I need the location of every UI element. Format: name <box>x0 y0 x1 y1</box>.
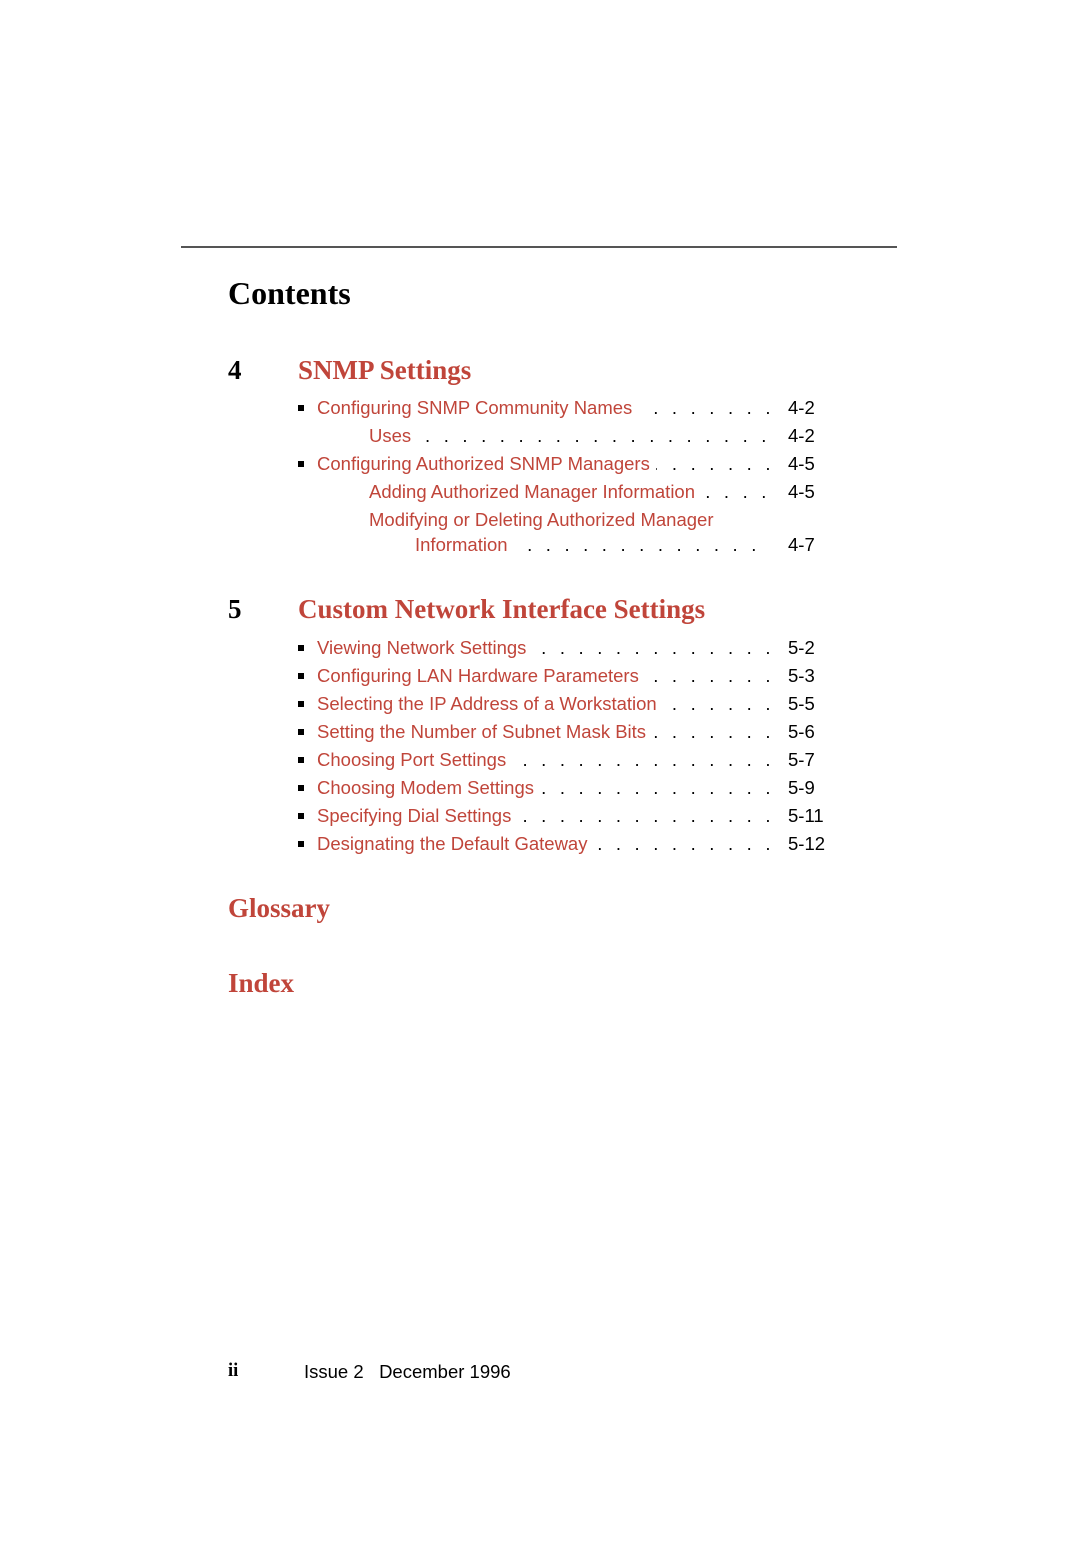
toc-entry[interactable]: . . . . . . . . . . . . . . . . . . . . … <box>369 480 819 504</box>
leader-dots: . . . . . . . . . . . . . . . . . . . . … <box>369 425 771 446</box>
toc-entry-label[interactable]: Specifying Dial Settings <box>317 804 518 828</box>
toc-page-number: 5-6 <box>788 721 815 742</box>
toc-entry-label-line1[interactable]: Modifying or Deleting Authorized Manager <box>369 508 714 532</box>
toc-entry[interactable]: . . . . . . . . . . . . . . . . . . . . … <box>415 533 819 557</box>
toc-page-number: 5-9 <box>788 777 815 798</box>
toc-page-number: 4-5 <box>788 453 815 474</box>
toc-entry[interactable]: . . . . . . . . . . . . . . . . . . . . … <box>317 720 819 744</box>
toc-entry-label[interactable]: Choosing Port Settings <box>317 748 513 772</box>
toc-entry[interactable]: . . . . . . . . . . . . . . . . . . . . … <box>317 452 819 476</box>
bullet-icon <box>298 841 304 847</box>
bullet-icon <box>298 701 304 707</box>
bullet-icon <box>298 729 304 735</box>
toc-page-number: 5-2 <box>788 637 815 658</box>
toc-entry-label[interactable]: Information <box>415 533 514 557</box>
glossary-link[interactable]: Glossary <box>228 893 330 924</box>
toc-page-number: 4-5 <box>788 481 815 502</box>
chapter-number: 4 <box>228 355 242 385</box>
footer-issue: Issue 2 December 1996 <box>304 1361 511 1382</box>
chapter-title-link[interactable]: SNMP Settings <box>298 355 471 386</box>
toc-entry[interactable]: . . . . . . . . . . . . . . . . . . . . … <box>317 804 824 828</box>
bullet-icon <box>298 461 304 467</box>
toc-entry[interactable]: . . . . . . . . . . . . . . . . . . . . … <box>317 396 819 420</box>
toc-entry-label[interactable]: Viewing Network Settings <box>317 636 533 660</box>
footer-page-number: ii <box>228 1361 239 1381</box>
toc-entry[interactable]: . . . . . . . . . . . . . . . . . . . . … <box>317 832 825 856</box>
toc-page-number: 5-7 <box>788 749 815 770</box>
toc-entry-label[interactable]: Configuring SNMP Community Names <box>317 396 639 420</box>
toc-entry-label[interactable]: Configuring LAN Hardware Parameters <box>317 664 645 688</box>
toc-page-number: 4-7 <box>788 534 815 555</box>
toc-page-number: 4-2 <box>788 397 815 418</box>
header-rule <box>181 246 897 248</box>
toc-page-number: 4-2 <box>788 425 815 446</box>
toc-page-number: 5-11 <box>788 805 824 826</box>
bullet-icon <box>298 813 304 819</box>
toc-page-number: 5-5 <box>788 693 815 714</box>
toc-entry-label[interactable]: Adding Authorized Manager Information <box>369 480 702 504</box>
page-title: Contents <box>228 275 351 311</box>
chapter-title-link[interactable]: Custom Network Interface Settings <box>298 594 705 625</box>
toc-entry-label[interactable]: Choosing Modem Settings <box>317 776 540 800</box>
bullet-icon <box>298 757 304 763</box>
index-link[interactable]: Index <box>228 968 294 999</box>
chapter-number: 5 <box>228 594 242 624</box>
toc-entry[interactable]: . . . . . . . . . . . . . . . . . . . . … <box>369 424 819 448</box>
toc-entry[interactable]: . . . . . . . . . . . . . . . . . . . . … <box>317 664 819 688</box>
toc-entry-label[interactable]: Designating the Default Gateway <box>317 832 594 856</box>
bullet-icon <box>298 645 304 651</box>
toc-entry-label[interactable]: Selecting the IP Address of a Workstatio… <box>317 692 663 716</box>
toc-entry[interactable]: . . . . . . . . . . . . . . . . . . . . … <box>317 748 819 772</box>
toc-entry-label[interactable]: Uses <box>369 424 418 448</box>
bullet-icon <box>298 673 304 679</box>
bullet-icon <box>298 405 304 411</box>
toc-entry-label[interactable]: Setting the Number of Subnet Mask Bits <box>317 720 653 744</box>
toc-entry[interactable]: . . . . . . . . . . . . . . . . . . . . … <box>317 692 819 716</box>
toc-page-number: 5-12 <box>788 833 826 854</box>
toc-entry[interactable]: . . . . . . . . . . . . . . . . . . . . … <box>317 776 819 800</box>
toc-entry[interactable]: . . . . . . . . . . . . . . . . . . . . … <box>317 636 819 660</box>
bullet-icon <box>298 785 304 791</box>
toc-page-number: 5-3 <box>788 665 815 686</box>
toc-entry-label[interactable]: Configuring Authorized SNMP Managers <box>317 452 656 476</box>
